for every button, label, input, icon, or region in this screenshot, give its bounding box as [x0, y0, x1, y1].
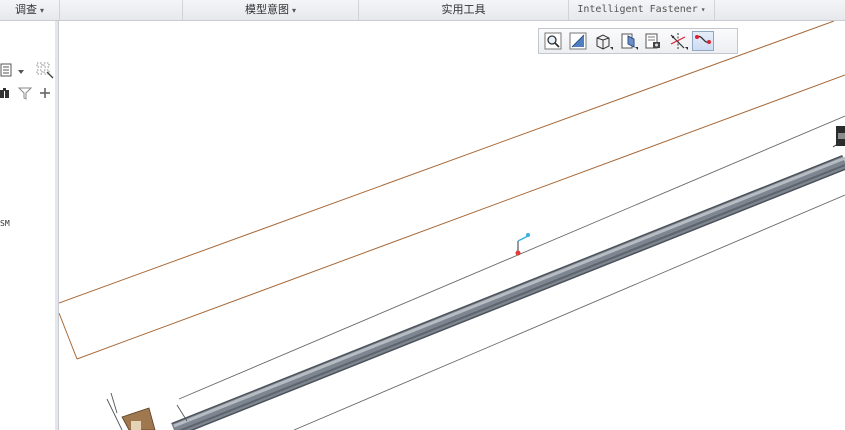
sketch-outline — [59, 21, 845, 360]
tab-investigate-label: 调查 — [14, 3, 37, 16]
tab-spacer — [715, 0, 845, 20]
search-icon[interactable] — [0, 86, 14, 100]
tab-intelligent-fastener-label: Intelligent Fastener — [577, 4, 698, 15]
tab-spacer — [60, 0, 183, 20]
chevron-down-icon: ▾ — [700, 5, 706, 14]
chevron-down-icon: ▾ — [291, 6, 296, 15]
tree-settings-icon[interactable] — [0, 63, 14, 77]
panel-splitter[interactable] — [55, 21, 58, 430]
add-column-icon[interactable] — [38, 86, 52, 100]
tab-model-intent-label: 模型意图 — [244, 3, 289, 16]
pipe-end-fitting — [832, 126, 845, 148]
ribbon-tab-bar: 调查 ▾ 模型意图 ▾ 实用工具 Intelligent Fastener ▾ — [0, 0, 845, 21]
model-tree-panel: SM — [0, 21, 59, 430]
tab-intelligent-fastener[interactable]: Intelligent Fastener ▾ — [569, 0, 715, 20]
tab-investigate[interactable]: 调查 ▾ — [0, 0, 60, 20]
filter-icon[interactable] — [17, 86, 33, 100]
graphics-viewport[interactable] — [59, 21, 845, 430]
tab-utilities[interactable]: 实用工具 — [359, 0, 569, 20]
coordinate-system-glyph — [515, 233, 530, 256]
chevron-down-icon[interactable] — [17, 66, 25, 74]
tree-item-label[interactable]: SM — [0, 219, 10, 228]
chevron-down-icon: ▾ — [39, 6, 44, 15]
show-tree-icon[interactable] — [35, 61, 55, 79]
tab-utilities-label: 实用工具 — [441, 3, 486, 16]
tab-model-intent[interactable]: 模型意图 ▾ — [183, 0, 359, 20]
